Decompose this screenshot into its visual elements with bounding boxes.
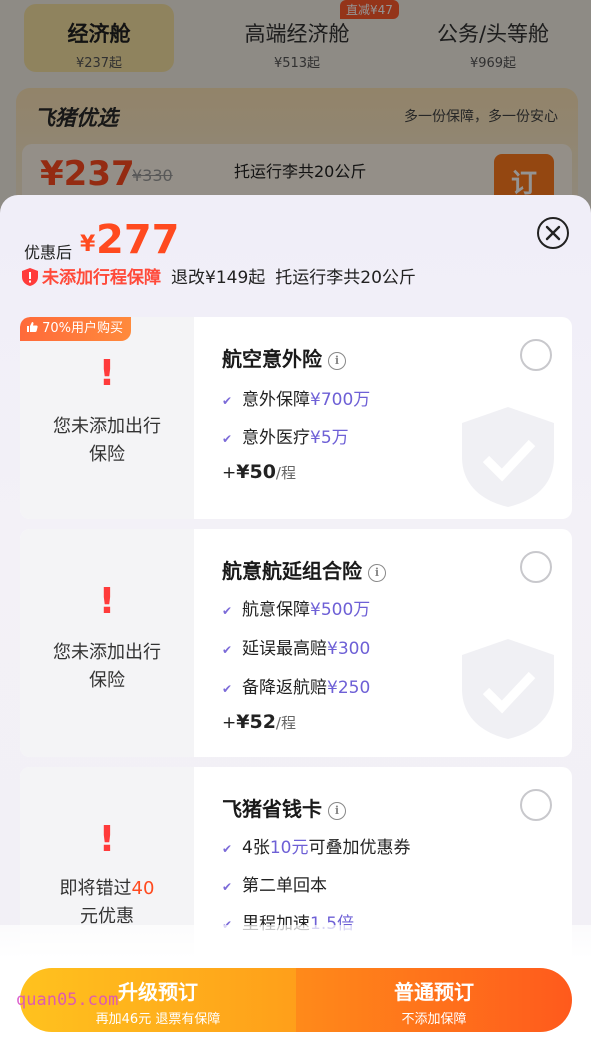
info-icon[interactable]: i <box>368 564 386 582</box>
bottom-action-bar: 升级预订 再加46元 退票有保障 普通预订 不添加保障 <box>0 925 591 1037</box>
check-icon: ✔ <box>222 880 233 894</box>
popular-badge: 70%用户购买 <box>20 317 132 341</box>
insurance-card-combo[interactable]: ! 您未添加出行 保险 航意航延组合险 i ✔ 航意保障¥500万 ✔ 延误最高赔¥3… <box>20 529 572 757</box>
insurance-title-text: 航空意外险 <box>222 347 322 371</box>
feature-item: ✔ 延误最高赔¥300 <box>222 639 371 659</box>
insurance-status-panel: ! 您未添加出行 保险 <box>20 317 194 519</box>
price-currency: ¥ <box>80 232 96 257</box>
watermark: quan05.com <box>16 990 119 1010</box>
status-text-line1: 您未添加出行 <box>53 642 161 663</box>
exclamation-icon: ! <box>98 353 116 394</box>
feature-item: ✔ 备降返航赔¥250 <box>222 678 371 698</box>
check-icon: ✔ <box>222 643 233 657</box>
close-icon[interactable] <box>537 217 569 249</box>
select-radio[interactable] <box>520 551 552 583</box>
insurance-title: 飞猪省钱卡 i <box>222 793 346 822</box>
exclamation-icon: ! <box>98 581 116 622</box>
exclamation-icon: ! <box>98 819 116 860</box>
price-value: 277 <box>96 217 180 263</box>
feature-item: ✔ 意外保障¥700万 <box>222 390 371 410</box>
status-text-line2: 保险 <box>89 670 125 691</box>
price-label: 优惠后 <box>24 243 73 262</box>
feature-item: ✔ 第二单回本 <box>222 876 327 896</box>
select-radio[interactable] <box>520 789 552 821</box>
select-radio[interactable] <box>520 339 552 371</box>
insurance-sheet: 优惠后 ¥ 277 未添加行程保障 退改¥149起 托运行李共20公斤 ! 您未添加… <box>0 195 591 1037</box>
feature-item: ✔ 意外医疗¥5万 <box>222 428 349 448</box>
check-icon: ✔ <box>222 682 233 696</box>
check-icon: ✔ <box>222 432 233 446</box>
status-text-line2: 保险 <box>89 444 125 465</box>
status-text-line1: 您未添加出行 <box>53 416 161 437</box>
luggage-info: 托运行李共20公斤 <box>275 268 416 288</box>
feature-item: ✔ 航意保障¥500万 <box>222 600 371 620</box>
normal-booking-button[interactable]: 普通预订 不添加保障 <box>296 968 572 1032</box>
info-icon[interactable]: i <box>328 802 346 820</box>
normal-booking-sub: 不添加保障 <box>401 1012 467 1027</box>
info-icon[interactable]: i <box>328 352 346 370</box>
shield-check-icon <box>462 639 554 739</box>
insurance-title-text: 航意航延组合险 <box>222 559 362 583</box>
thumbs-up-icon <box>27 322 38 332</box>
feature-item: ✔ 4张10元可叠加优惠券 <box>222 838 411 858</box>
insurance-title: 航意航延组合险 i <box>222 555 386 584</box>
no-protection-warning: 未添加行程保障 <box>42 268 161 288</box>
trip-info-row: 未添加行程保障 退改¥149起 托运行李共20公斤 <box>22 263 416 288</box>
insurance-card-accident[interactable]: ! 您未添加出行 保险 70%用户购买 航空意外险 i ✔ 意外保障¥700万 ✔ 意… <box>20 317 572 519</box>
check-icon: ✔ <box>222 842 233 856</box>
shield-check-icon <box>462 407 554 507</box>
check-icon: ✔ <box>222 604 233 618</box>
upgrade-booking-sub: 再加46元 退票有保障 <box>95 1012 221 1027</box>
popular-badge-text: 70%用户购买 <box>42 321 124 336</box>
insurance-title: 航空意外险 i <box>222 343 346 372</box>
check-icon: ✔ <box>222 394 233 408</box>
warning-shield-icon <box>22 268 38 286</box>
change-fee: 退改¥149起 <box>171 268 266 288</box>
status-text-line1: 即将错过40 <box>59 878 155 899</box>
insurance-price: +¥50/程 <box>222 461 296 483</box>
normal-booking-label: 普通预订 <box>394 980 474 1004</box>
insurance-price: +¥52/程 <box>222 711 296 733</box>
insurance-title-text: 飞猪省钱卡 <box>222 797 322 821</box>
insurance-status-panel: ! 您未添加出行 保险 <box>20 529 194 757</box>
